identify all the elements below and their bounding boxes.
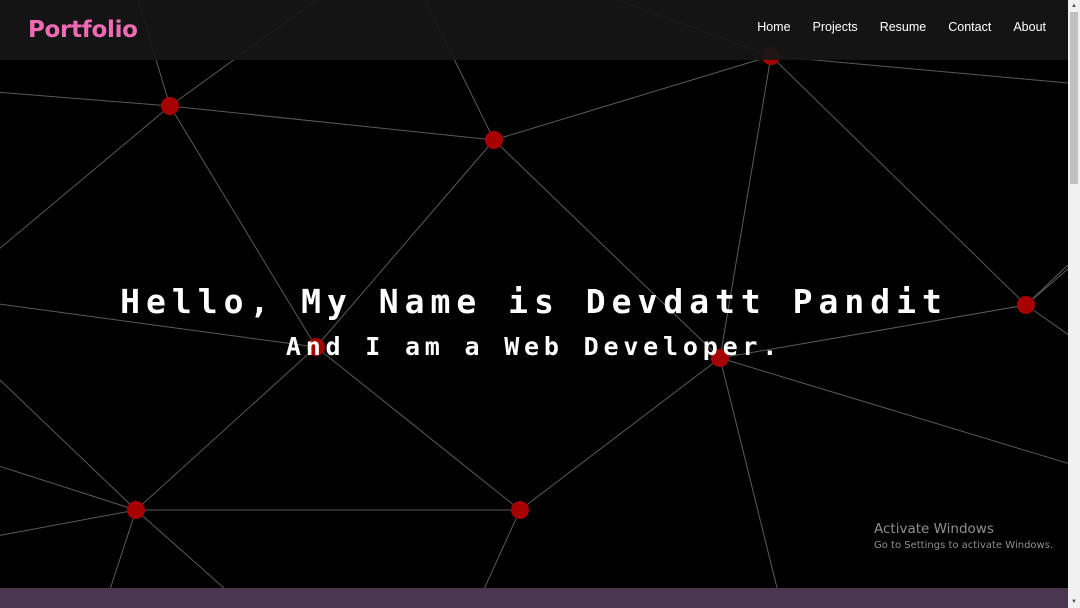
watermark-title: Activate Windows: [874, 521, 994, 537]
nav-link-resume[interactable]: Resume: [880, 20, 927, 34]
network-node: [511, 501, 529, 519]
network-node: [127, 501, 145, 519]
network-link: [135, 346, 317, 511]
network-node: [485, 131, 503, 149]
network-link: [315, 346, 521, 511]
activate-windows-watermark: Activate Windows Go to Settings to activ…: [874, 520, 1053, 553]
network-link: [770, 55, 1027, 306]
network-link: [493, 55, 772, 141]
network-link: [770, 55, 1068, 84]
hero-title: Hello, My Name is Devdatt Pandit: [120, 282, 948, 321]
network-link: [0, 379, 137, 511]
network-link: [519, 357, 721, 511]
network-link: [0, 105, 171, 249]
brand-logo[interactable]: Portfolio: [28, 17, 138, 43]
network-link: [0, 91, 171, 107]
watermark-subtitle: Go to Settings to activate Windows.: [874, 540, 1054, 551]
network-link: [719, 357, 1068, 464]
network-link: [719, 357, 783, 608]
vertical-scrollbar[interactable]: ▲ ▼: [1068, 0, 1080, 608]
network-link: [169, 105, 495, 141]
network-node: [161, 97, 179, 115]
scroll-down-icon[interactable]: ▼: [1068, 596, 1080, 608]
nav-link-projects[interactable]: Projects: [813, 20, 858, 34]
network-link: [0, 465, 137, 511]
nav-links: Home Projects Resume Contact About: [757, 20, 1046, 34]
next-section-edge: [0, 588, 1068, 608]
nav-link-home[interactable]: Home: [757, 20, 790, 34]
network-link: [0, 509, 137, 536]
nav-link-contact[interactable]: Contact: [948, 20, 991, 34]
scroll-thumb[interactable]: [1070, 12, 1078, 184]
scroll-up-icon[interactable]: ▲: [1068, 0, 1080, 12]
page: Portfolio Home Projects Resume Contact A…: [0, 0, 1080, 608]
navbar: Portfolio Home Projects Resume Contact A…: [0, 0, 1068, 60]
nav-link-about[interactable]: About: [1013, 20, 1046, 34]
hero-subtitle: And I am a Web Developer.: [285, 332, 783, 361]
hero: Hello, My Name is Devdatt Pandit And I a…: [0, 280, 1068, 362]
